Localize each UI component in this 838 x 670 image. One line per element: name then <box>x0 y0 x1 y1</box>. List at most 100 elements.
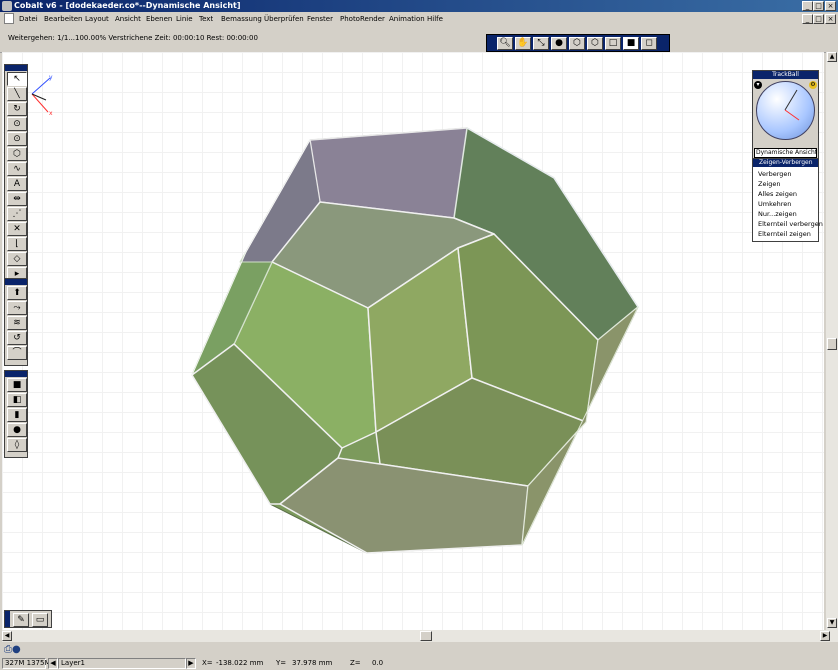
doc-minimize-button[interactable]: _ <box>802 14 813 24</box>
menu-fenster[interactable]: Fenster <box>307 14 333 24</box>
progress-text: Weitergehen: 1/1...100.00% Verstrichene … <box>8 34 258 42</box>
drawing-canvas[interactable]: y x ↖ ╲ ↻ ⊙ ⊙ ⬡ ∿ A ⇹ ⋰ ✕ ⌊ ◇ ▸ ⬆ ⤳ ≋ ↺ … <box>2 52 824 630</box>
trackball-sphere[interactable] <box>756 81 815 140</box>
menu-item-elternteil-verbergen[interactable]: Elternteil verbergen <box>758 219 823 229</box>
horizontal-scrollbar[interactable]: ◀ ▶ <box>2 630 838 642</box>
boolean-tool-icon[interactable]: ◧ <box>7 393 27 407</box>
menu-ebenen[interactable]: Ebenen <box>146 14 172 24</box>
text-tool-icon[interactable]: A <box>7 177 27 191</box>
menu-hilfe[interactable]: Hilfe <box>427 14 443 24</box>
menu-ueberpruefen[interactable]: Überprüfen <box>264 14 304 24</box>
shell-tool-icon[interactable]: ⌒ <box>7 346 27 360</box>
menu-ansicht[interactable]: Ansicht <box>115 14 141 24</box>
snap-printer-icon[interactable]: ⎙● <box>4 644 32 656</box>
menu-layout[interactable]: Layout <box>85 14 109 24</box>
pencil-icon[interactable]: ✎ <box>13 613 29 627</box>
revolve-tool-icon[interactable]: ↺ <box>7 331 27 345</box>
vertical-scroll-thumb[interactable] <box>827 338 837 350</box>
zoom-icon[interactable]: 🔍︎ <box>497 37 513 50</box>
menu-animation[interactable]: Animation <box>389 14 425 24</box>
menu-text[interactable]: Text <box>199 14 213 24</box>
menu-item-nur-zeigen[interactable]: Nur...zeigen <box>758 209 797 219</box>
outline-cube-icon[interactable]: □ <box>605 37 621 50</box>
memory-field: 327M 1375M <box>2 658 50 669</box>
walk-icon[interactable]: ⤡ <box>533 37 549 50</box>
menu-bearbeiten[interactable]: Bearbeiten <box>44 14 82 24</box>
trackball-mode-field[interactable]: Dynamische Ansicht <box>754 148 817 158</box>
monitor-icon[interactable]: ▭ <box>32 613 48 627</box>
select-arrow-icon[interactable]: ↖ <box>7 72 27 86</box>
trackball-title: TrackBall <box>753 71 818 79</box>
palette-grip[interactable] <box>5 65 27 71</box>
menu-item-alles-zeigen[interactable]: Alles zeigen <box>758 189 797 199</box>
mini-palette: ✎ ▭ <box>4 610 52 628</box>
menu-item-elternteil-zeigen[interactable]: Elternteil zeigen <box>758 229 811 239</box>
y-axis-label: y <box>49 74 53 81</box>
app-icon[interactable] <box>2 1 12 11</box>
show-hide-panel: Zeigen-Verbergen Verbergen Zeigen Alles … <box>752 158 823 242</box>
doc-maximize-button[interactable]: □ <box>813 14 824 24</box>
palette-grip[interactable] <box>5 279 27 285</box>
curve-tool-icon[interactable]: ∿ <box>7 162 27 176</box>
progress-bar-area: Weitergehen: 1/1...100.00% Verstrichene … <box>0 26 838 53</box>
menu-bemassung[interactable]: Bemassung <box>221 14 262 24</box>
x-axis-label: x <box>49 110 53 117</box>
z-coord-label: Z= <box>350 659 361 667</box>
palette-grip[interactable] <box>5 371 27 377</box>
viewport-svg: y x <box>31 74 639 554</box>
sweep-tool-icon[interactable]: ⤳ <box>7 301 27 315</box>
hidden-line-cube-icon[interactable]: ⬡ <box>587 37 603 50</box>
x-coord-value: -138.022 mm <box>216 659 264 667</box>
trackball-settings-icon[interactable]: ⚙ <box>809 81 817 89</box>
close-button[interactable]: × <box>825 1 836 11</box>
maximize-button[interactable]: □ <box>813 1 824 11</box>
plane-solid-icon[interactable]: ◊ <box>7 438 27 452</box>
layer-prev-icon[interactable]: ◀ <box>48 658 58 669</box>
layer-next-icon[interactable]: ▶ <box>186 658 196 669</box>
menu-bar: Datei Bearbeiten Layout Ansicht Ebenen L… <box>0 12 838 26</box>
trim-tool-icon[interactable]: ✕ <box>7 222 27 236</box>
circle-2pt-tool-icon[interactable]: ⊙ <box>7 132 27 146</box>
x-coord-label: X= <box>202 659 213 667</box>
cylinder-solid-icon[interactable]: ▮ <box>7 408 27 422</box>
pan-hand-icon[interactable]: ✋ <box>515 37 531 50</box>
show-hide-title: Zeigen-Verbergen <box>753 159 818 167</box>
document-icon[interactable] <box>4 13 14 24</box>
render-sphere-icon[interactable]: ● <box>551 37 567 50</box>
fill-tool-icon[interactable]: ◇ <box>7 252 27 266</box>
extrude-tool-icon[interactable]: ⬆ <box>7 286 27 300</box>
wireframe-cube-icon[interactable]: ⬡ <box>569 37 585 50</box>
solid-tool-palette: ■ ◧ ▮ ● ◊ <box>4 370 28 458</box>
scroll-left-icon[interactable]: ◀ <box>2 631 12 641</box>
loft-tool-icon[interactable]: ≋ <box>7 316 27 330</box>
circle-tool-icon[interactable]: ⊙ <box>7 117 27 131</box>
box-solid-icon[interactable]: ■ <box>7 378 27 392</box>
vertical-scrollbar[interactable]: ▲ ▼ <box>826 52 838 630</box>
shaded-cube-icon[interactable]: ■ <box>623 37 639 50</box>
trackball-dropdown-icon[interactable]: ▾ <box>754 81 762 89</box>
point-tool-icon[interactable]: ⋰ <box>7 207 27 221</box>
palette-grip[interactable] <box>5 611 10 627</box>
scroll-up-icon[interactable]: ▲ <box>827 52 837 62</box>
sphere-solid-icon[interactable]: ● <box>7 423 27 437</box>
menu-item-umkehren[interactable]: Umkehren <box>758 199 791 209</box>
transparent-cube-icon[interactable]: ◻ <box>641 37 657 50</box>
fillet-tool-icon[interactable]: ⌊ <box>7 237 27 251</box>
menu-linie[interactable]: Linie <box>176 14 193 24</box>
doc-close-button[interactable]: × <box>825 14 836 24</box>
polygon-tool-icon[interactable]: ⬡ <box>7 147 27 161</box>
minimize-button[interactable]: _ <box>802 1 813 11</box>
menu-datei[interactable]: Datei <box>19 14 38 24</box>
scroll-down-icon[interactable]: ▼ <box>827 618 837 628</box>
line-tool-icon[interactable]: ╲ <box>7 87 27 101</box>
dodecahedron-model[interactable] <box>191 127 639 554</box>
menu-item-zeigen[interactable]: Zeigen <box>758 179 781 189</box>
menu-photorender[interactable]: PhotoRender <box>340 14 385 24</box>
scroll-right-icon[interactable]: ▶ <box>820 631 830 641</box>
horizontal-scroll-thumb[interactable] <box>420 631 432 641</box>
y-coord-label: Y= <box>276 659 287 667</box>
dimension-tool-icon[interactable]: ⇹ <box>7 192 27 206</box>
arc-tool-icon[interactable]: ↻ <box>7 102 27 116</box>
layer-field[interactable]: Layer1 <box>58 658 186 669</box>
menu-item-verbergen[interactable]: Verbergen <box>758 169 792 179</box>
